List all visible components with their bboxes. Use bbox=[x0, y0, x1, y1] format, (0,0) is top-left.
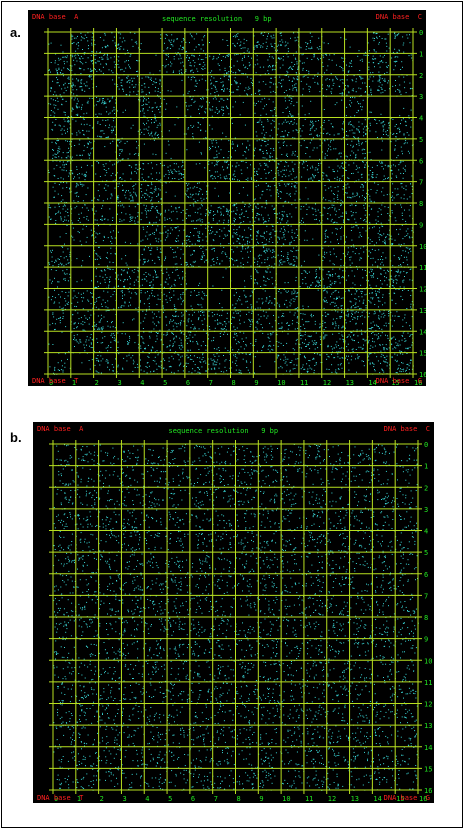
panel-b-x-tick-label: 10 bbox=[282, 795, 290, 803]
panel-b-y-tick-label: 8 bbox=[424, 614, 428, 622]
panel-b-y-tick-label: 4 bbox=[424, 528, 428, 536]
panel-b-plot: 0 1 2 3 4 5 6 7 8 9 10 11 12 13 14 15 16 0 1 2 3 4 5 6 7 8 9 10 11 12… bbox=[33, 422, 434, 803]
panel-a-x-tick-label: 11 bbox=[300, 379, 308, 386]
panel-a-y-tick-label: 0 bbox=[419, 29, 423, 37]
panel-a-y-tick-label: 4 bbox=[419, 115, 423, 123]
panel-a-title: sequence resolution 9 bp bbox=[162, 15, 272, 23]
panel-a-y-tick-label: 11 bbox=[419, 264, 426, 272]
panel-a-x-tick-label: 12 bbox=[323, 379, 331, 386]
panel-a-x-tick-label: 13 bbox=[346, 379, 354, 386]
panel-a-y-tick-label: 8 bbox=[419, 200, 423, 208]
panel-a-y-tick-label: 5 bbox=[419, 136, 423, 144]
panel-b-y-tick-label: 7 bbox=[424, 592, 428, 600]
panel-b-y-tick-label: 2 bbox=[424, 484, 428, 492]
panel-a-x-tick-label: 5 bbox=[163, 379, 167, 386]
panel-a-corner-bottom-left: DNA base T bbox=[32, 377, 79, 385]
panel-a-y-tick-label: 15 bbox=[419, 350, 426, 358]
panel-a-x-tick-label: 8 bbox=[232, 379, 236, 386]
panel-a-grid-lines bbox=[44, 28, 417, 378]
panel-b-x-tick-label: 13 bbox=[351, 795, 359, 803]
panel-a-x-tick-label: 7 bbox=[209, 379, 213, 386]
panel-b-grid-svg: 0 1 2 3 4 5 6 7 8 9 10 11 12 13 14 15 160123456789101112… bbox=[49, 440, 432, 803]
panel-b-y-tick-label: 6 bbox=[424, 571, 428, 579]
panel-a-corner-top-left: DNA base A bbox=[32, 13, 79, 21]
panel-a-y-tick-label: 9 bbox=[419, 221, 423, 229]
panel-a-y-tick-label: 14 bbox=[419, 328, 426, 336]
panel-b-corner-top-right: DNA base C bbox=[383, 425, 430, 433]
panel-a-grid-svg: 0 1 2 3 4 5 6 7 8 9 10 11 12 13 14 15 160123456789101112… bbox=[44, 28, 426, 386]
panel-b-corner-bottom-left: DNA base T bbox=[37, 794, 84, 802]
panel-a-y-tick-label: 2 bbox=[419, 72, 423, 80]
panel-a-x-tick-label: 9 bbox=[254, 379, 258, 386]
panel-a-x-tick-label: 10 bbox=[277, 379, 285, 386]
panel-a-y-tick-label: 10 bbox=[419, 243, 426, 251]
panel-b-y-tick-label: 3 bbox=[424, 506, 428, 514]
panel-b-x-tick-label: 14 bbox=[373, 795, 381, 803]
panel-b-grid-lines bbox=[49, 440, 422, 794]
panel-b-y-tick-label: 13 bbox=[424, 722, 432, 730]
panel-b-x-tick-label: 11 bbox=[305, 795, 313, 803]
panel-a-label: a. bbox=[10, 25, 21, 40]
panel-b-x-tick-label: 6 bbox=[191, 795, 195, 803]
panel-b-y-tick-label: 12 bbox=[424, 701, 432, 709]
panel-b-title: sequence resolution 9 bp bbox=[168, 427, 279, 435]
panel-a-y-tick-label: 13 bbox=[419, 307, 426, 315]
panel-b-x-tick-label: 9 bbox=[259, 795, 263, 803]
panel-b-x-tick-label: 7 bbox=[214, 795, 218, 803]
panel-a-y-tick-label: 3 bbox=[419, 93, 423, 101]
panel-a-plot: 0 1 2 3 4 5 6 7 8 9 10 11 12 13 14 15 16 0 1 2 3 4 5 6 7 8 9 10 11 12… bbox=[28, 10, 426, 386]
panel-a-corner-bottom-right: DNA base G bbox=[375, 377, 422, 385]
panel-b-x-tick-label: 2 bbox=[100, 795, 104, 803]
panel-b-label: b. bbox=[10, 430, 22, 445]
panel-a-y-tick-label: 6 bbox=[419, 157, 423, 165]
panel-b-corner-top-left: DNA base A bbox=[37, 425, 84, 433]
panel-b-x-tick-label: 12 bbox=[328, 795, 336, 803]
panel-b-y-tick-label: 10 bbox=[424, 657, 432, 665]
panel-b-x-tick-label: 5 bbox=[168, 795, 172, 803]
panel-b-x-tick-label: 4 bbox=[145, 795, 149, 803]
panel-a-y-tick-label: 1 bbox=[419, 50, 423, 58]
panel-a-x-tick-label: 3 bbox=[117, 379, 121, 386]
panel-b-x-tick-label: 8 bbox=[237, 795, 241, 803]
panel-a-y-tick-label: 12 bbox=[419, 286, 426, 294]
panel-a-corner-top-right: DNA base C bbox=[375, 13, 422, 21]
panel-b-y-tick-label: 14 bbox=[424, 744, 432, 752]
panel-a-x-tick-label: 4 bbox=[140, 379, 144, 386]
panel-a-x-tick-label: 6 bbox=[186, 379, 190, 386]
panel-b-y-tick-label: 11 bbox=[424, 679, 432, 687]
panel-b-x-tick-label: 3 bbox=[122, 795, 126, 803]
panel-b-y-tick-label: 9 bbox=[424, 636, 428, 644]
panel-b-y-tick-label: 15 bbox=[424, 765, 432, 773]
panel-a-x-tick-label: 2 bbox=[95, 379, 99, 386]
panel-a-y-tick-label: 7 bbox=[419, 179, 423, 187]
panel-b-y-tick-label: 1 bbox=[424, 463, 428, 471]
panel-b-y-tick-label: 5 bbox=[424, 549, 428, 557]
panel-b-y-tick-label: 0 bbox=[424, 441, 428, 449]
panel-b-corner-bottom-right: DNA base G bbox=[383, 794, 430, 802]
